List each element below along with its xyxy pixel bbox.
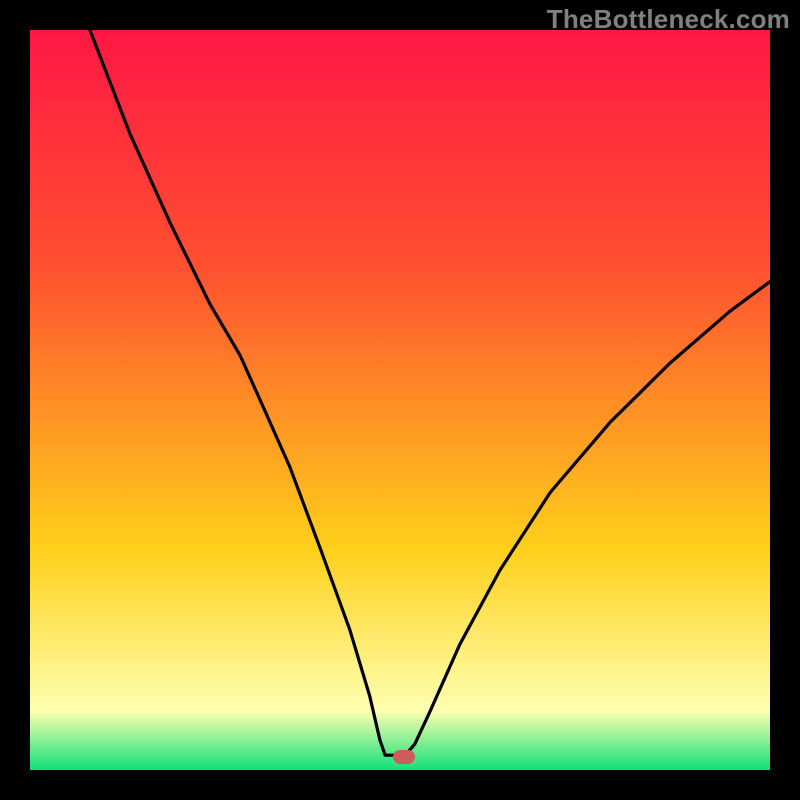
optimum-marker <box>393 750 415 764</box>
bottleneck-curve <box>30 30 770 770</box>
plot-area <box>30 30 770 770</box>
attribution-text: TheBottleneck.com <box>547 4 790 35</box>
chart-frame: TheBottleneck.com <box>0 0 800 800</box>
